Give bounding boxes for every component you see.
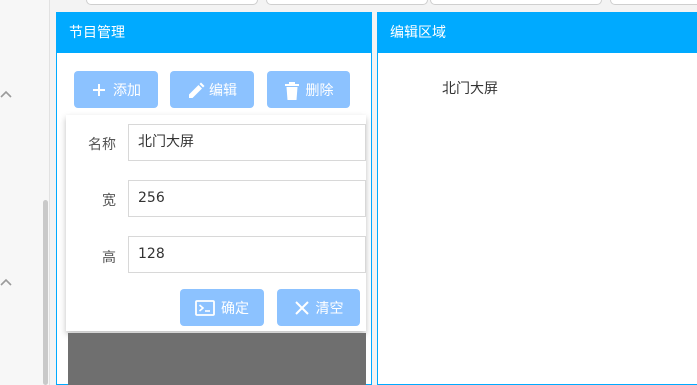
terminal-icon bbox=[195, 299, 215, 316]
edit-button-label: 编辑 bbox=[209, 82, 237, 99]
clear-button[interactable]: 清空 bbox=[277, 289, 360, 326]
confirm-button-label: 确定 bbox=[221, 300, 249, 317]
width-label: 宽 bbox=[102, 193, 116, 209]
delete-button[interactable]: 删除 bbox=[267, 71, 350, 108]
panel-title: 编辑区域 bbox=[378, 13, 697, 53]
chevron-up-icon[interactable] bbox=[0, 88, 12, 100]
add-button[interactable]: 添加 bbox=[74, 71, 158, 108]
edit-area-panel: 编辑区域 bbox=[377, 12, 697, 385]
left-rail bbox=[0, 0, 50, 385]
scrollbar[interactable] bbox=[43, 200, 48, 385]
height-label: 高 bbox=[102, 250, 116, 266]
tab[interactable] bbox=[86, 0, 258, 5]
tab[interactable] bbox=[266, 0, 428, 5]
plus-icon bbox=[91, 82, 107, 98]
panel-title: 节目管理 bbox=[57, 13, 371, 53]
edit-area-item[interactable]: 北门大屏 bbox=[442, 78, 498, 98]
trash-icon bbox=[284, 81, 300, 100]
name-field[interactable]: 北门大屏 bbox=[128, 124, 366, 161]
height-field[interactable]: 128 bbox=[128, 236, 366, 273]
confirm-button[interactable]: 确定 bbox=[180, 289, 264, 326]
edit-button[interactable]: 编辑 bbox=[170, 71, 254, 108]
tab[interactable] bbox=[610, 0, 697, 5]
close-icon bbox=[294, 300, 310, 316]
preview-area bbox=[68, 333, 366, 385]
top-tab-strip bbox=[86, 0, 697, 6]
add-button-label: 添加 bbox=[113, 82, 141, 99]
clear-button-label: 清空 bbox=[315, 300, 344, 317]
delete-button-label: 删除 bbox=[305, 82, 334, 99]
tab[interactable] bbox=[430, 0, 602, 5]
pencil-icon bbox=[187, 82, 205, 98]
name-label: 名称 bbox=[88, 137, 116, 153]
width-field[interactable]: 256 bbox=[128, 180, 366, 217]
chevron-up-icon[interactable] bbox=[0, 276, 12, 288]
